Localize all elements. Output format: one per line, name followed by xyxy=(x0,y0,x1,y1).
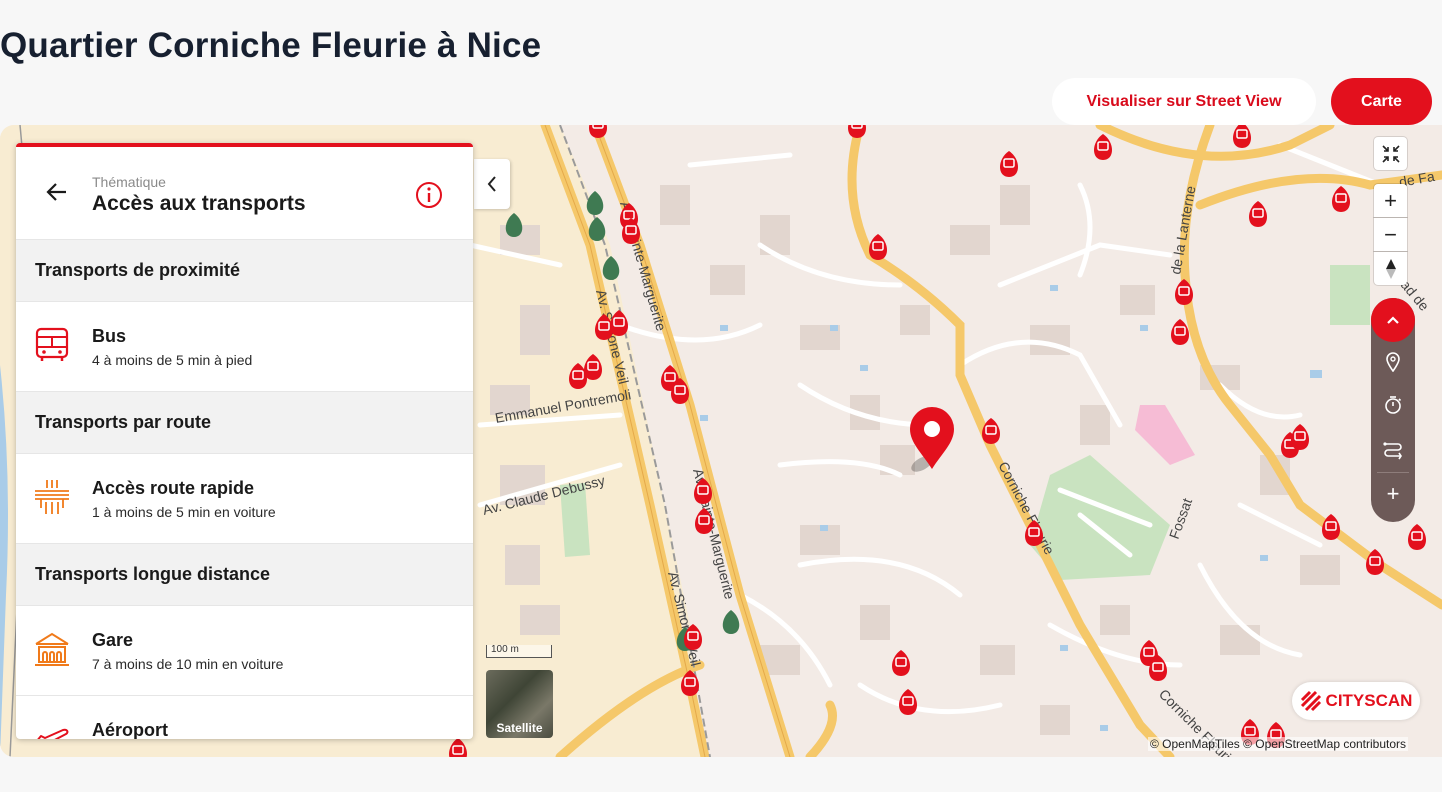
location-pin-icon xyxy=(1386,352,1400,372)
item-subtitle: 7 à moins de 10 min en voiture xyxy=(92,656,284,672)
minus-icon: − xyxy=(1384,221,1397,247)
cityscan-logo-icon xyxy=(1300,690,1321,712)
panel-header: Thématique Accès aux transports xyxy=(16,147,473,240)
back-arrow-icon[interactable] xyxy=(44,179,70,205)
list-item-fast-road[interactable]: Accès route rapide 1 à moins de 5 min en… xyxy=(16,454,473,544)
bus-marker xyxy=(1408,524,1426,550)
map-mode-button[interactable]: Carte xyxy=(1331,78,1432,125)
isochrone-tool-button[interactable] xyxy=(1379,391,1407,419)
section-header: Transports longue distance xyxy=(16,544,473,606)
compass-button[interactable] xyxy=(1374,252,1407,285)
theme-label: Thématique xyxy=(92,174,166,190)
plus-icon: + xyxy=(1386,481,1400,506)
bus-marker xyxy=(1332,186,1350,212)
bus-marker xyxy=(1291,424,1309,450)
section-header: Transports par route xyxy=(16,392,473,454)
pin-tool-button[interactable] xyxy=(1379,348,1407,376)
cityscan-logo: CITYSCAN xyxy=(1292,682,1420,720)
train-station-icon xyxy=(35,632,69,666)
map-attribution[interactable]: © OpenMapTiles © OpenStreetMap contribut… xyxy=(1148,737,1409,751)
route-icon xyxy=(1383,442,1402,460)
satellite-toggle[interactable]: Satellite xyxy=(486,670,553,738)
timer-icon xyxy=(1385,396,1402,414)
chevron-up-icon xyxy=(1387,316,1399,324)
bus-marker xyxy=(1175,279,1193,305)
bus-marker xyxy=(1171,319,1189,345)
airplane-icon xyxy=(37,728,69,739)
item-subtitle: 1 à moins de 5 min en voiture xyxy=(92,504,276,520)
bus-marker xyxy=(899,689,917,715)
item-title: Aéroport xyxy=(92,720,168,739)
location-pin xyxy=(910,407,954,472)
zoom-out-button[interactable]: − xyxy=(1374,218,1407,251)
collapse-panel-button[interactable] xyxy=(474,159,510,209)
info-icon[interactable] xyxy=(415,181,443,209)
plus-icon: + xyxy=(1384,187,1397,213)
map-tools-menu: + xyxy=(1371,298,1415,522)
tools-toggle-button[interactable] xyxy=(1371,298,1415,342)
satellite-label: Satellite xyxy=(496,721,543,735)
page-title: Quartier Corniche Fleurie à Nice xyxy=(0,26,542,65)
brand-name: CITYSCAN xyxy=(1325,691,1413,710)
bus-marker xyxy=(892,650,910,676)
theme-title: Accès aux transports xyxy=(92,192,306,215)
list-item-airport[interactable]: Aéroport xyxy=(16,696,473,739)
bus-marker xyxy=(589,125,607,138)
item-subtitle: 4 à moins de 5 min à pied xyxy=(92,352,253,368)
street-label: de la Lanterne xyxy=(1167,184,1198,275)
item-title: Gare xyxy=(92,630,134,650)
zoom-in-button[interactable]: + xyxy=(1374,184,1407,217)
street-view-button[interactable]: Visualiser sur Street View xyxy=(1052,78,1316,125)
street-label: Fossat xyxy=(1166,496,1195,541)
fullscreen-button[interactable] xyxy=(1374,137,1407,170)
bus-marker xyxy=(1000,151,1018,177)
bus-marker xyxy=(848,125,866,138)
route-tool-button[interactable] xyxy=(1379,436,1407,464)
bus-icon xyxy=(35,327,69,361)
map-scale: 100 m xyxy=(486,645,552,658)
compass-icon xyxy=(1385,258,1396,279)
bus-marker xyxy=(1233,125,1251,148)
fullscreen-collapse-icon xyxy=(1381,144,1400,163)
list-item-bus[interactable]: Bus 4 à moins de 5 min à pied xyxy=(16,302,473,392)
theme-panel: Thématique Accès aux transports Transpor… xyxy=(16,143,473,739)
green-marker xyxy=(722,610,740,634)
section-header: Transports de proximité xyxy=(16,240,473,302)
bus-marker xyxy=(869,234,887,260)
add-tool-button[interactable]: + xyxy=(1379,480,1407,508)
list-item-station[interactable]: Gare 7 à moins de 10 min en voiture xyxy=(16,606,473,696)
green-marker xyxy=(586,191,604,215)
item-title: Accès route rapide xyxy=(92,478,255,498)
item-title: Bus xyxy=(92,326,127,346)
chevron-left-icon xyxy=(487,176,496,192)
bus-marker xyxy=(1249,201,1267,227)
bus-marker xyxy=(1094,134,1112,160)
highway-icon xyxy=(35,480,69,514)
